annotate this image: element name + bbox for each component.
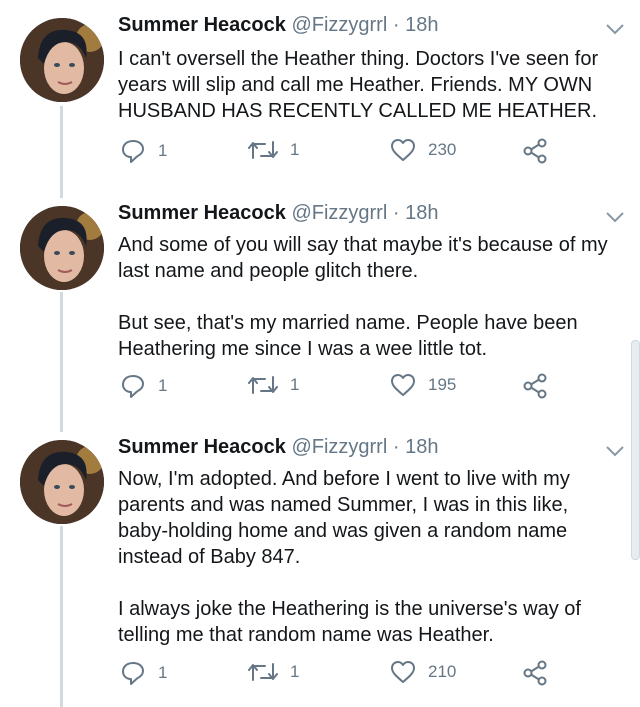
retweet-button[interactable]: 1 bbox=[248, 660, 299, 684]
reply-count: 1 bbox=[158, 141, 168, 160]
like-button[interactable]: 210 bbox=[390, 660, 456, 684]
display-name[interactable]: Summer Heacock bbox=[118, 202, 286, 224]
display-name[interactable]: Summer Heacock bbox=[118, 14, 286, 36]
retweet-count: 1 bbox=[290, 140, 300, 159]
tweet[interactable]: Summer Heacock @Fizzygrrl · 18h I can't … bbox=[0, 0, 640, 190]
reply-icon bbox=[122, 375, 144, 398]
tweet-text: I can't oversell the Heather thing. Doct… bbox=[118, 46, 618, 124]
tweet-paragraph: I always joke the Heathering is the univ… bbox=[118, 598, 581, 646]
tweet-paragraph: I can't oversell the Heather thing. Doct… bbox=[118, 48, 599, 122]
reply-button[interactable]: 1 bbox=[120, 373, 167, 399]
tweet-header: Summer Heacock @Fizzygrrl · 18h bbox=[118, 14, 438, 37]
chevron-down-icon[interactable] bbox=[604, 22, 626, 36]
action-bar: 1 1 230 bbox=[118, 138, 578, 168]
like-count: 230 bbox=[428, 140, 457, 159]
avatar[interactable] bbox=[20, 206, 104, 290]
share-button[interactable] bbox=[522, 373, 560, 399]
chevron-down-icon[interactable] bbox=[604, 210, 626, 224]
retweet-icon bbox=[248, 663, 278, 681]
timestamp[interactable]: 18h bbox=[405, 436, 438, 458]
avatar[interactable] bbox=[20, 18, 104, 102]
display-name[interactable]: Summer Heacock bbox=[118, 436, 286, 458]
heart-icon bbox=[391, 139, 415, 161]
username[interactable]: @Fizzygrrl bbox=[291, 14, 387, 36]
reply-button[interactable]: 1 bbox=[120, 138, 167, 164]
like-count: 210 bbox=[428, 662, 457, 681]
timestamp[interactable]: 18h bbox=[405, 14, 438, 36]
separator: · bbox=[392, 14, 400, 36]
tweet-paragraph: And some of you will say that maybe it's… bbox=[118, 234, 608, 282]
separator: · bbox=[392, 202, 400, 224]
tweet-header: Summer Heacock @Fizzygrrl · 18h bbox=[118, 202, 438, 225]
retweet-icon bbox=[248, 141, 278, 159]
share-icon bbox=[523, 660, 547, 686]
reply-button[interactable]: 1 bbox=[120, 660, 167, 686]
retweet-button[interactable]: 1 bbox=[248, 373, 299, 397]
reply-count: 1 bbox=[158, 376, 168, 395]
username[interactable]: @Fizzygrrl bbox=[291, 202, 387, 224]
share-button[interactable] bbox=[522, 138, 560, 164]
reply-icon bbox=[122, 140, 144, 163]
chevron-down-icon[interactable] bbox=[604, 444, 626, 458]
tweet-paragraph: But see, that's my married name. People … bbox=[118, 312, 578, 360]
action-bar: 1 1 210 bbox=[118, 660, 578, 690]
scrollbar[interactable] bbox=[631, 340, 640, 560]
tweet-paragraph: Now, I'm adopted. And before I went to l… bbox=[118, 468, 570, 568]
like-count: 195 bbox=[428, 375, 457, 394]
action-bar: 1 1 195 bbox=[118, 373, 578, 403]
like-button[interactable]: 230 bbox=[390, 138, 456, 162]
retweet-count: 1 bbox=[290, 662, 300, 681]
retweet-icon bbox=[248, 376, 278, 394]
tweet[interactable]: Summer Heacock @Fizzygrrl · 18h Now, I'm… bbox=[0, 422, 640, 707]
avatar[interactable] bbox=[20, 440, 104, 524]
share-button[interactable] bbox=[522, 660, 560, 686]
username[interactable]: @Fizzygrrl bbox=[291, 436, 387, 458]
share-icon bbox=[523, 373, 547, 399]
tweet-header: Summer Heacock @Fizzygrrl · 18h bbox=[118, 436, 438, 459]
share-icon bbox=[523, 138, 547, 164]
retweet-button[interactable]: 1 bbox=[248, 138, 299, 162]
heart-icon bbox=[391, 661, 415, 683]
heart-icon bbox=[391, 374, 415, 396]
timestamp[interactable]: 18h bbox=[405, 202, 438, 224]
reply-count: 1 bbox=[158, 663, 168, 682]
tweet-text: And some of you will say that maybe it's… bbox=[118, 232, 618, 362]
reply-icon bbox=[122, 662, 144, 685]
tweet[interactable]: Summer Heacock @Fizzygrrl · 18h And some… bbox=[0, 188, 640, 426]
tweet-text: Now, I'm adopted. And before I went to l… bbox=[118, 466, 618, 648]
retweet-count: 1 bbox=[290, 375, 300, 394]
separator: · bbox=[392, 436, 400, 458]
like-button[interactable]: 195 bbox=[390, 373, 456, 397]
